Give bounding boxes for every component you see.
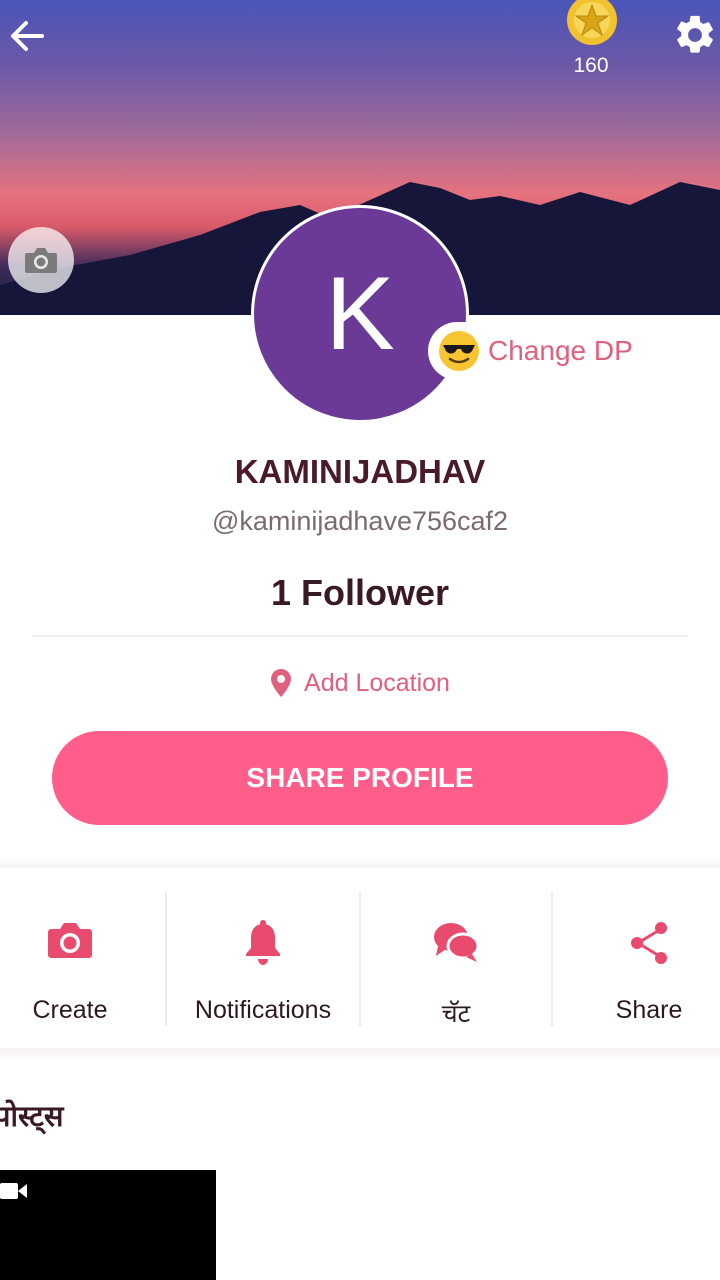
add-location-button[interactable]: Add Location bbox=[0, 668, 720, 698]
camera-icon bbox=[48, 923, 92, 958]
divider bbox=[32, 635, 688, 637]
section-separator bbox=[0, 1048, 720, 1062]
change-dp-button[interactable]: Change DP bbox=[428, 322, 655, 380]
profile-name: KAMINIJADHAV bbox=[234, 453, 486, 490]
coin-icon[interactable] bbox=[564, 0, 620, 46]
share-button[interactable]: Share bbox=[578, 868, 720, 1048]
sunglasses-emoji-icon bbox=[439, 331, 479, 371]
avatar-letter: K bbox=[325, 255, 395, 372]
divider bbox=[165, 892, 167, 1026]
create-label: Create bbox=[32, 996, 108, 1024]
add-location-label: Add Location bbox=[304, 668, 450, 697]
share-label: Share bbox=[615, 996, 683, 1024]
share-icon bbox=[631, 922, 667, 964]
avatar[interactable]: K bbox=[251, 205, 469, 423]
change-dp-label: Change DP bbox=[488, 335, 633, 366]
section-separator bbox=[0, 855, 720, 869]
share-profile-label: SHARE PROFILE bbox=[246, 762, 474, 793]
chat-label: चॅट bbox=[441, 1000, 471, 1028]
notifications-label: Notifications bbox=[194, 996, 332, 1024]
post-thumbnail[interactable] bbox=[0, 1170, 216, 1280]
camera-icon bbox=[25, 248, 57, 273]
coin-count: 160 bbox=[573, 54, 609, 77]
divider bbox=[359, 892, 361, 1026]
chat-icon bbox=[434, 923, 480, 962]
bell-icon bbox=[246, 920, 280, 965]
chat-button[interactable]: चॅट bbox=[360, 868, 552, 1048]
share-profile-button[interactable]: SHARE PROFILE bbox=[52, 731, 668, 825]
back-arrow-icon[interactable] bbox=[6, 14, 50, 58]
location-pin-icon bbox=[271, 669, 292, 697]
followers-count[interactable]: 1 Follower bbox=[0, 572, 720, 614]
create-button[interactable]: Create bbox=[0, 868, 140, 1048]
divider bbox=[551, 892, 553, 1026]
posts-section-title: पोस्ट्स bbox=[0, 1101, 64, 1133]
change-cover-button[interactable] bbox=[8, 227, 74, 293]
notifications-button[interactable]: Notifications bbox=[166, 868, 360, 1048]
profile-handle: @kaminijadhave756caf2 bbox=[211, 506, 509, 536]
settings-gear-icon[interactable] bbox=[672, 12, 718, 58]
video-camera-icon bbox=[0, 1183, 27, 1199]
